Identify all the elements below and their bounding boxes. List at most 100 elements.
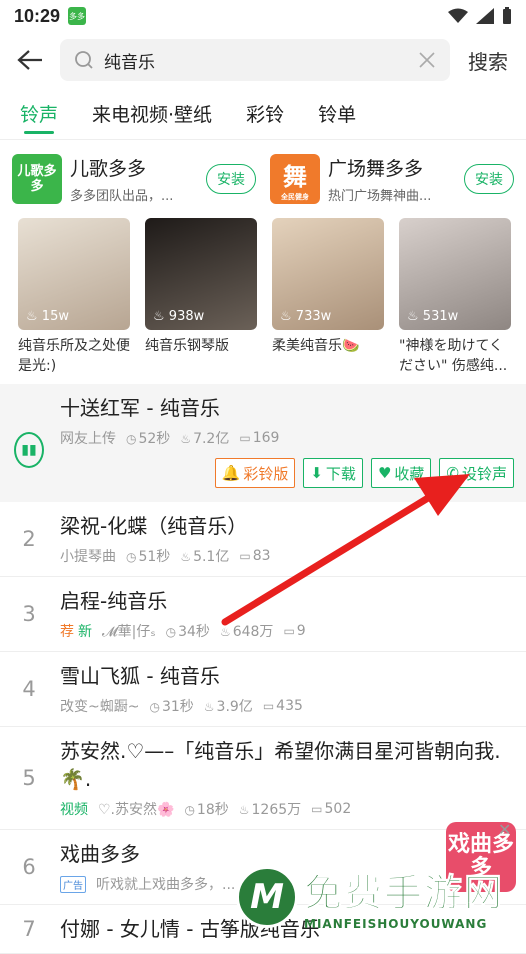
- comment-icon: ▭: [239, 431, 251, 445]
- tab-ringlist[interactable]: 铃单: [318, 88, 356, 140]
- app-promo-row: 儿歌多多 儿歌多多 多多团队出品，... 安装 舞 全民健身 广场舞多多 热门广…: [0, 140, 526, 204]
- song-row-active[interactable]: ▮▮ 十送红军 - 纯音乐 网友上传 ◷ 52秒 ♨ 7.2亿 ▭ 169 🔔 彩铃版 …: [0, 384, 526, 502]
- signal-icon: [476, 8, 494, 24]
- song-title: 雪山飞狐 - 纯音乐: [60, 664, 220, 688]
- playlist-cover: ♨ 733w: [272, 218, 384, 330]
- clock-icon: ◷: [165, 625, 177, 639]
- song-number: 4: [22, 677, 36, 701]
- wifi-icon: [448, 8, 468, 23]
- search-input[interactable]: [104, 50, 408, 70]
- favorite-button[interactable]: ♥ 收藏: [370, 458, 432, 488]
- song-source: 改变~蜘蹰~: [60, 699, 140, 715]
- watermark-text: 免费手游网 MIANFEISHOUYOUWANG: [303, 862, 505, 932]
- playlist-card[interactable]: ♨ 531w "神様を助けてください" 伤感纯...: [399, 218, 511, 376]
- song-body: 梁祝-化蝶（纯音乐） 小提琴曲 ◷ 51秒 ♨ 5.1亿 ▭ 83: [44, 502, 514, 576]
- playlist-cover: ♨ 531w: [399, 218, 511, 330]
- bell-icon: 🔔: [221, 464, 241, 482]
- song-comments: ▭ 502: [311, 801, 352, 817]
- song-row[interactable]: 2 梁祝-化蝶（纯音乐） 小提琴曲 ◷ 51秒 ♨ 5.1亿 ▭ 83: [0, 502, 526, 577]
- fire-icon: ♨: [238, 803, 250, 817]
- app-info: 儿歌多多 多多团队出品，...: [70, 154, 198, 204]
- download-button[interactable]: ⬇ 下载: [303, 458, 363, 488]
- app-desc: 多多团队出品，...: [70, 189, 174, 204]
- recommend-tag: 荐: [60, 624, 74, 640]
- song-body: 雪山飞狐 - 纯音乐 改变~蜘蹰~ ◷ 31秒 ♨ 3.9亿 ▭ 435: [44, 652, 514, 726]
- song-body: 苏安然.♡—–「纯音乐」希望你满目星河皆朝向我.🌴. 视频 ♡.苏安然🌸 ◷ 18…: [44, 727, 514, 829]
- play-count: ♨ 733w: [280, 309, 332, 324]
- video-tag: 视频: [60, 802, 88, 818]
- song-duration: ◷ 18秒: [184, 802, 229, 818]
- clock-icon: ◷: [149, 700, 160, 714]
- guangchangwu-logo: 舞 全民健身: [270, 154, 320, 204]
- song-duration: ◷ 52秒: [126, 431, 171, 447]
- tab-ringtone[interactable]: 铃声: [20, 88, 58, 140]
- playlist-caption: "神様を助けてください" 伤感纯...: [399, 338, 508, 374]
- app-info: 广场舞多多 热门广场舞神曲...: [328, 154, 456, 204]
- song-body: 十送红军 - 纯音乐 网友上传 ◷ 52秒 ♨ 7.2亿 ▭ 169 🔔 彩铃版 ⬇ 下载…: [44, 384, 514, 502]
- song-number: 7: [22, 917, 36, 941]
- playlist-caption: 纯音乐所及之处便是光:): [18, 338, 130, 374]
- install-button[interactable]: 安装: [206, 164, 256, 194]
- song-source: 听戏就上戏曲多多，...: [96, 877, 236, 893]
- app-promo-guangchangwu[interactable]: 舞 全民健身 广场舞多多 热门广场舞神曲... 安装: [270, 154, 514, 204]
- song-meta: 网友上传 ◷ 52秒 ♨ 7.2亿 ▭ 169: [60, 428, 514, 448]
- playlist-card[interactable]: ♨ 15w 纯音乐所及之处便是光:): [18, 218, 130, 376]
- watermark: M 免费手游网 MIANFEISHOUYOUWANG: [236, 862, 504, 931]
- song-comments: ▭ 435: [262, 698, 303, 714]
- ringback-button[interactable]: 🔔 彩铃版: [214, 458, 296, 488]
- tab-bar: 铃声 来电视频·壁纸 彩铃 铃单: [0, 88, 526, 140]
- back-button[interactable]: [12, 42, 48, 78]
- search-bar: 搜索: [0, 32, 526, 88]
- ergeduoduo-logo: 儿歌多多: [12, 154, 62, 204]
- search-icon: [75, 51, 93, 69]
- song-row[interactable]: 5 苏安然.♡—–「纯音乐」希望你满目星河皆朝向我.🌴. 视频 ♡.苏安然🌸 ◷…: [0, 727, 526, 830]
- battery-icon: [503, 7, 511, 24]
- song-row[interactable]: 4 雪山飞狐 - 纯音乐 改变~蜘蹰~ ◷ 31秒 ♨ 3.9亿 ▭ 435: [0, 652, 526, 727]
- song-source: ♡.苏安然🌸: [98, 802, 175, 818]
- playlist-thumbnails: ♨ 15w 纯音乐所及之处便是光:) ♨ 938w 纯音乐钢琴版 ♨ 733w …: [0, 204, 526, 376]
- song-source: 𝓜華|仔ₛ: [102, 624, 156, 640]
- app-name: 广场舞多多: [328, 158, 424, 180]
- now-playing-indicator[interactable]: ▮▮: [14, 384, 44, 502]
- song-duration: ◷ 31秒: [149, 699, 194, 715]
- install-button[interactable]: 安装: [464, 164, 514, 194]
- search-button[interactable]: 搜索: [462, 46, 514, 75]
- phone-icon: ✆: [446, 464, 459, 482]
- app-name: 儿歌多多: [70, 158, 147, 180]
- song-duration: ◷ 34秒: [165, 624, 210, 640]
- status-bar: 10:29 多多: [0, 0, 526, 32]
- song-hot: ♨ 7.2亿: [180, 431, 230, 447]
- song-number: 2: [22, 527, 36, 551]
- clock-icon: ◷: [126, 432, 137, 446]
- song-hot: ♨ 1265万: [238, 802, 302, 818]
- pause-icon[interactable]: ▮▮: [14, 432, 44, 468]
- song-number: 5: [22, 766, 36, 790]
- song-title: 苏安然.♡—–「纯音乐」希望你满目星河皆朝向我.🌴.: [60, 739, 501, 791]
- song-comments: ▭ 169: [239, 430, 280, 446]
- comment-icon: ▭: [283, 624, 295, 638]
- play-count: ♨ 938w: [153, 309, 205, 324]
- fire-icon: ♨: [203, 700, 215, 714]
- comment-icon: ▭: [239, 549, 251, 563]
- song-meta: 小提琴曲 ◷ 51秒 ♨ 5.1亿 ▭ 83: [60, 546, 514, 566]
- play-count: ♨ 531w: [407, 309, 459, 324]
- song-comments: ▭ 83: [239, 548, 271, 564]
- song-meta: 荐 新 𝓜華|仔ₛ ◷ 34秒 ♨ 648万 ▭ 9: [60, 621, 514, 641]
- playlist-card[interactable]: ♨ 733w 柔美纯音乐🍉: [272, 218, 384, 376]
- tab-call-video-wallpaper[interactable]: 来电视频·壁纸: [92, 88, 212, 140]
- search-box[interactable]: [60, 39, 450, 81]
- tab-ringback[interactable]: 彩铃: [246, 88, 284, 140]
- watermark-logo: M: [236, 865, 298, 928]
- app-promo-ergeduoduo[interactable]: 儿歌多多 儿歌多多 多多团队出品，... 安装: [12, 154, 256, 204]
- set-ringtone-button[interactable]: ✆ 设铃声: [439, 458, 514, 488]
- clear-icon[interactable]: [418, 51, 436, 69]
- close-icon[interactable]: ✕: [498, 820, 518, 840]
- comment-icon: ▭: [262, 699, 275, 713]
- song-number: 3: [22, 602, 36, 626]
- clock-icon: ◷: [126, 550, 137, 564]
- watermark-cn: 免费手游网: [303, 871, 505, 916]
- song-row[interactable]: 3 启程-纯音乐 荐 新 𝓜華|仔ₛ ◷ 34秒 ♨ 648万 ▭ 9: [0, 577, 526, 652]
- playlist-card[interactable]: ♨ 938w 纯音乐钢琴版: [145, 218, 257, 376]
- clock-icon: ◷: [184, 803, 195, 817]
- status-time: 10:29: [14, 5, 61, 26]
